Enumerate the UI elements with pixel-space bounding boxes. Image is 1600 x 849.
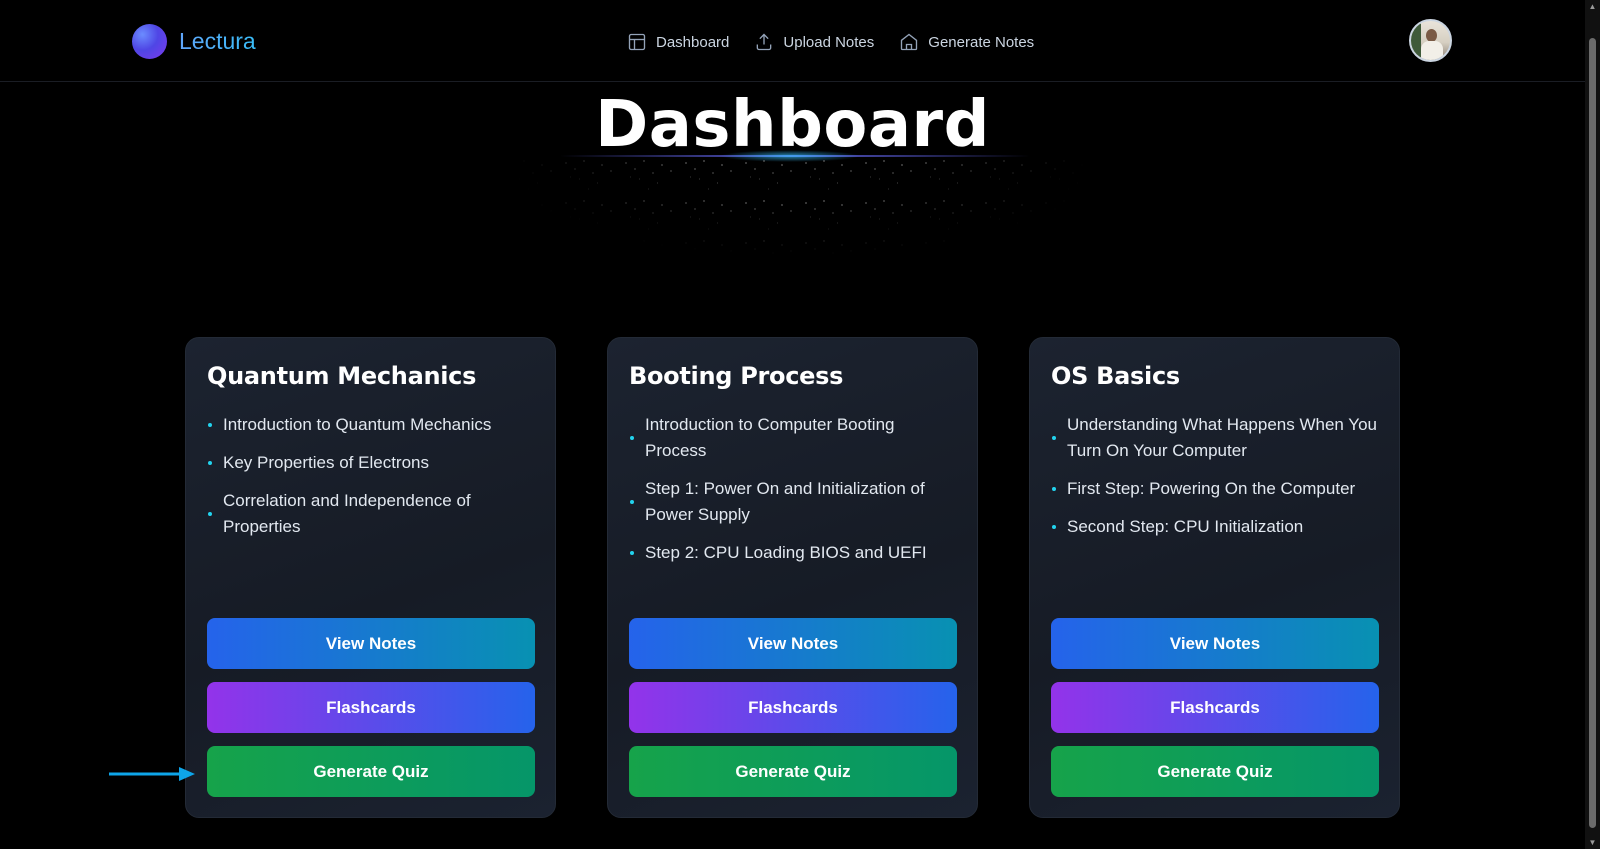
brand[interactable]: Lectura	[132, 24, 256, 59]
annotation-arrow-icon	[109, 767, 195, 781]
view-notes-button[interactable]: View Notes	[629, 618, 957, 669]
page: Lectura Dashboard Upload Notes Generate …	[0, 0, 1600, 849]
generate-quiz-button[interactable]: Generate Quiz	[207, 746, 535, 797]
topic-item: Key Properties of Electrons	[207, 450, 537, 476]
user-avatar[interactable]	[1409, 19, 1452, 62]
upload-icon	[757, 33, 772, 51]
generate-quiz-button[interactable]: Generate Quiz	[1051, 746, 1379, 797]
nav-item-upload-notes[interactable]: Upload Notes	[754, 30, 874, 54]
view-notes-button[interactable]: View Notes	[207, 618, 535, 669]
nav-item-label: Dashboard	[656, 33, 730, 51]
nav-item-label: Generate Notes	[928, 33, 1035, 51]
nav-item-dashboard[interactable]: Dashboard	[627, 30, 729, 54]
main-nav: Dashboard Upload Notes Generate Notes	[627, 30, 1034, 54]
home-icon	[901, 33, 918, 51]
topic-item: Second Step: CPU Initialization	[1051, 514, 1381, 540]
layout-icon	[628, 33, 646, 51]
topic-item: Step 2: CPU Loading BIOS and UEFI	[629, 540, 959, 566]
view-notes-button[interactable]: View Notes	[1051, 618, 1379, 669]
scroll-down-icon[interactable]: ▼	[1588, 838, 1597, 847]
nav-item-label: Upload Notes	[783, 33, 875, 51]
avatar-photo-body	[1421, 41, 1443, 60]
generate-quiz-button[interactable]: Generate Quiz	[629, 746, 957, 797]
vertical-scrollbar[interactable]: ▲ ▼	[1585, 0, 1600, 849]
brand-logo-icon	[132, 24, 167, 59]
card-title: OS Basics	[1051, 362, 1180, 390]
card-title: Quantum Mechanics	[207, 362, 477, 390]
notes-card: Booting Process Introduction to Computer…	[607, 337, 978, 818]
topic-item: Correlation and Independence of Properti…	[207, 488, 537, 540]
topic-item: Understanding What Happens When You Turn…	[1051, 412, 1381, 464]
topic-item: Introduction to Quantum Mechanics	[207, 412, 537, 438]
topic-item: Introduction to Computer Booting Process	[629, 412, 959, 464]
nav-item-generate-notes[interactable]: Generate Notes	[899, 30, 1034, 54]
notes-card: OS Basics Understanding What Happens Whe…	[1029, 337, 1400, 818]
card-title: Booting Process	[629, 362, 844, 390]
flashcards-button[interactable]: Flashcards	[1051, 682, 1379, 733]
scroll-up-icon[interactable]: ▲	[1588, 2, 1597, 11]
avatar-photo-background	[1411, 21, 1421, 60]
sparkles-background	[440, 155, 1160, 330]
top-navbar: Lectura Dashboard Upload Notes Generate …	[0, 0, 1585, 82]
topic-list: Introduction to Computer Booting Process…	[629, 412, 959, 578]
topic-list: Introduction to Quantum Mechanics Key Pr…	[207, 412, 537, 552]
brand-name: Lectura	[179, 24, 256, 59]
scroll-thumb[interactable]	[1589, 38, 1596, 828]
topic-list: Understanding What Happens When You Turn…	[1051, 412, 1381, 552]
flashcards-button[interactable]: Flashcards	[629, 682, 957, 733]
notes-card: Quantum Mechanics Introduction to Quantu…	[185, 337, 556, 818]
topic-item: Step 1: Power On and Initialization of P…	[629, 476, 959, 528]
topic-item: First Step: Powering On the Computer	[1051, 476, 1381, 502]
flashcards-button[interactable]: Flashcards	[207, 682, 535, 733]
